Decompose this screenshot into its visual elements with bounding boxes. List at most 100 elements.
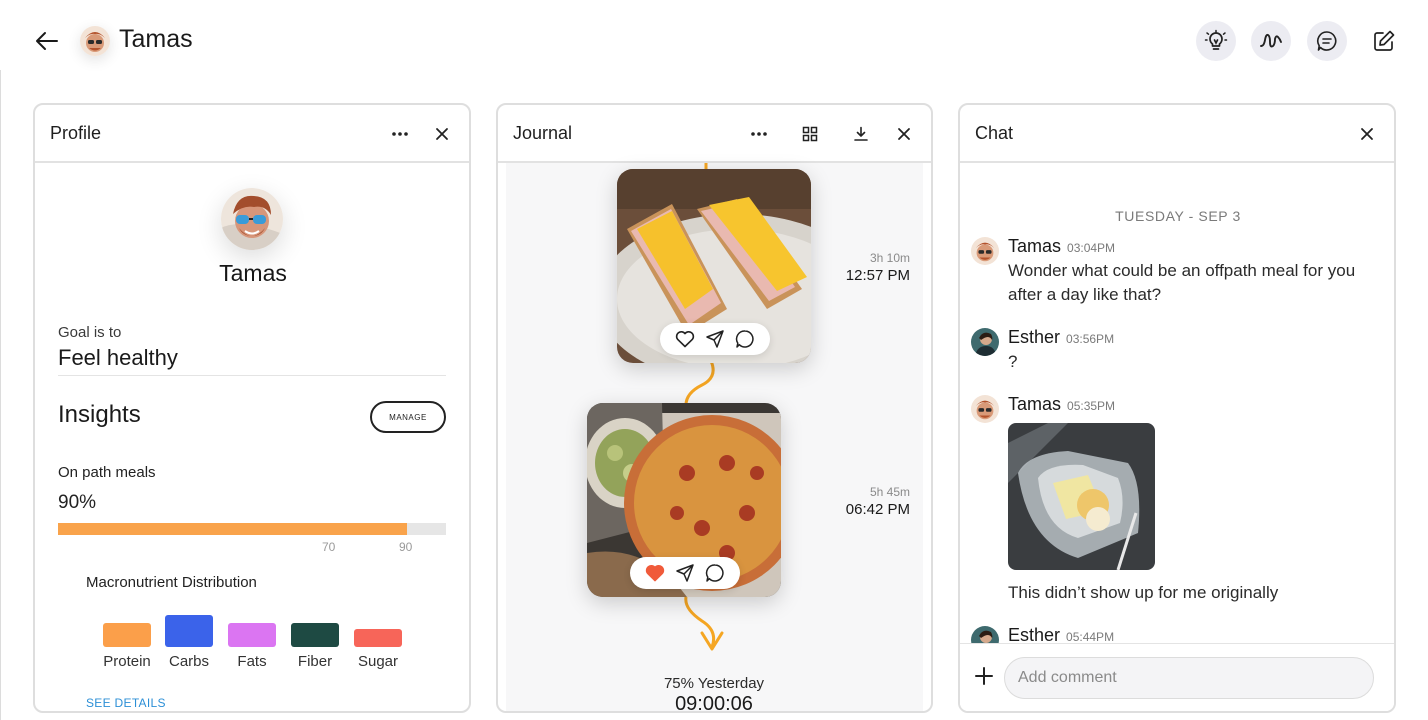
meal-photo-image xyxy=(1008,423,1155,570)
grid-view-button[interactable] xyxy=(798,122,822,146)
macro-label: Sugar xyxy=(357,653,399,670)
heart-filled-icon xyxy=(645,565,665,582)
chat-panel: Chat TUESDAY - SEP 3 Tamas 03:04PM Wonder… xyxy=(958,103,1396,713)
chat-composer xyxy=(960,643,1394,711)
avatar[interactable] xyxy=(971,395,999,423)
close-icon xyxy=(1361,128,1373,140)
activity-button[interactable] xyxy=(1251,21,1291,61)
progress-tick: 90 xyxy=(399,540,413,554)
chat-date-divider: TUESDAY - SEP 3 xyxy=(1115,208,1241,224)
like-button[interactable] xyxy=(642,560,668,586)
edit-icon xyxy=(1374,30,1395,51)
download-icon xyxy=(854,126,868,141)
see-details-link[interactable]: SEE DETAILS xyxy=(86,696,166,710)
message-text: ? xyxy=(1008,352,1018,371)
divider xyxy=(58,375,446,376)
close-button[interactable] xyxy=(892,122,916,146)
add-attachment-button[interactable] xyxy=(972,664,996,688)
comment-button[interactable] xyxy=(732,326,758,352)
macro-swatch-fats xyxy=(228,623,276,647)
message-time: 05:35PM xyxy=(1067,399,1116,413)
macro-swatch-fiber xyxy=(291,623,339,647)
send-icon xyxy=(706,330,724,348)
macro-label: Carbs xyxy=(168,653,209,670)
goal-label: Goal is to xyxy=(58,324,122,341)
panel-title: Chat xyxy=(975,123,1014,143)
comment-icon xyxy=(705,564,724,582)
more-options-button[interactable] xyxy=(747,122,771,146)
macro-label: Fats xyxy=(237,653,267,670)
macro-swatch-carbs xyxy=(165,615,213,647)
avatar-image xyxy=(971,237,999,265)
entry-time: 12:57 PM xyxy=(845,267,910,284)
author-name: Tamas xyxy=(1008,236,1062,256)
on-path-label: On path meals xyxy=(58,464,156,481)
message-text: Wonder what could be an offpath meal for… xyxy=(1008,261,1356,304)
avatar-image xyxy=(221,188,283,250)
on-path-progress-bar xyxy=(58,523,446,535)
message-time: 03:56PM xyxy=(1066,332,1115,346)
message-author: Esther 03:56PM xyxy=(1008,327,1114,348)
profile-avatar[interactable] xyxy=(221,188,283,250)
avatar[interactable] xyxy=(971,237,999,265)
close-button[interactable] xyxy=(430,122,454,146)
avatar-image xyxy=(971,395,999,423)
close-button[interactable] xyxy=(1355,122,1379,146)
macro-label: Protein xyxy=(103,653,151,670)
goal-value: Feel healthy xyxy=(58,345,178,370)
close-icon xyxy=(898,128,910,140)
journal-timeline[interactable]: 3h 10m 12:57 PM 5h 45m 06:42 PM xyxy=(506,163,923,711)
insights-title: Insights xyxy=(58,401,141,428)
message-author: Tamas 03:04PM xyxy=(1008,236,1115,257)
panel-header: Journal xyxy=(498,105,931,163)
chat-button[interactable] xyxy=(1307,21,1347,61)
back-button[interactable] xyxy=(30,26,64,56)
profile-name: Tamas xyxy=(219,260,287,286)
message-author: Tamas 05:35PM xyxy=(1008,394,1115,415)
comment-input[interactable] xyxy=(1004,657,1374,699)
progress-tick: 70 xyxy=(322,540,336,554)
avatar[interactable] xyxy=(80,26,110,56)
author-name: Esther xyxy=(1008,625,1061,645)
more-horizontal-icon xyxy=(392,132,408,136)
avatar-image xyxy=(80,26,110,56)
comment-button[interactable] xyxy=(702,560,728,586)
meal-actions xyxy=(630,557,740,589)
share-button[interactable] xyxy=(702,326,728,352)
author-name: Esther xyxy=(1008,327,1061,347)
manage-button[interactable]: MANAGE xyxy=(370,401,446,433)
top-bar: Tamas xyxy=(0,0,1428,80)
chat-bubble-icon xyxy=(1317,31,1337,51)
download-button[interactable] xyxy=(849,122,873,146)
message-photo[interactable] xyxy=(1008,423,1155,570)
profile-panel: Profile Tamas Goal is to Feel healthy In… xyxy=(33,103,471,713)
more-horizontal-icon xyxy=(751,132,767,136)
avatar[interactable] xyxy=(971,328,999,356)
macro-title: Macronutrient Distribution xyxy=(86,574,257,591)
macro-label: Fiber xyxy=(297,653,333,670)
author-name: Tamas xyxy=(1008,394,1062,414)
insights-button[interactable] xyxy=(1196,21,1236,61)
plus-icon xyxy=(975,667,993,685)
progress-fill xyxy=(58,523,408,535)
back-arrow-icon xyxy=(36,32,58,50)
share-button[interactable] xyxy=(672,560,698,586)
panel-title: Journal xyxy=(513,123,573,143)
edit-button[interactable] xyxy=(1369,26,1399,56)
message-time: 05:44PM xyxy=(1066,630,1115,644)
journal-panel: Journal 3h 10m 12:57 PM 5h 45m 06:42 PM … xyxy=(496,103,933,713)
divider xyxy=(0,70,1,720)
like-button[interactable] xyxy=(672,326,698,352)
activity-icon xyxy=(1260,33,1282,48)
close-icon xyxy=(436,128,448,140)
message-time: 03:04PM xyxy=(1067,241,1116,255)
day-summary-label: 75% Yesterday xyxy=(663,675,765,692)
more-options-button[interactable] xyxy=(388,122,412,146)
grid-icon xyxy=(802,126,818,142)
lightbulb-icon xyxy=(1204,29,1228,50)
comment-icon xyxy=(735,330,754,348)
entry-time-ago: 5h 45m xyxy=(869,485,910,499)
macro-swatch-protein xyxy=(103,623,151,647)
page-title: Tamas xyxy=(119,25,193,53)
meal-actions xyxy=(660,323,770,355)
